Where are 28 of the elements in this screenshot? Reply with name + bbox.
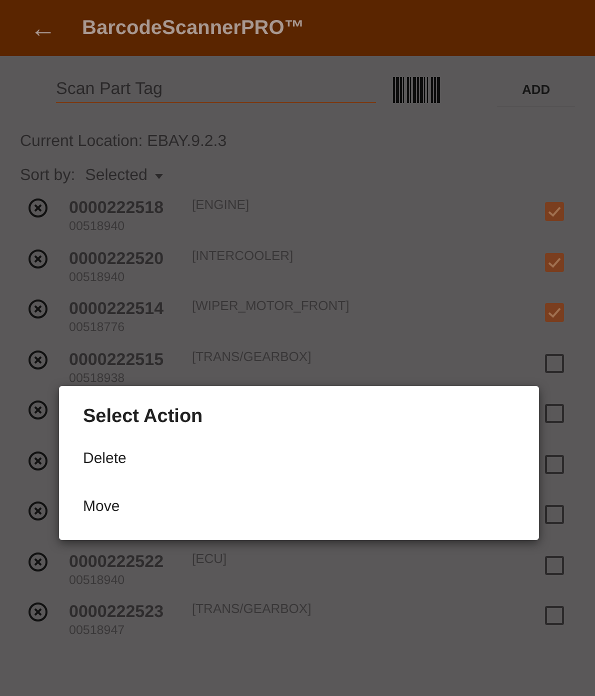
checkbox[interactable] <box>545 454 564 474</box>
remove-icon[interactable] <box>28 299 48 319</box>
checkbox[interactable] <box>545 505 564 524</box>
checkbox[interactable] <box>545 606 564 625</box>
dialog-title: Select Action <box>83 406 204 428</box>
remove-icon[interactable] <box>28 198 48 218</box>
checkbox[interactable] <box>545 202 564 221</box>
remove-icon[interactable] <box>28 602 48 622</box>
checkbox[interactable] <box>545 354 564 372</box>
remove-icon[interactable] <box>28 552 48 572</box>
checkbox[interactable] <box>545 252 564 272</box>
remove-icon[interactable] <box>28 501 48 521</box>
app-title: BarcodeScannerPRO™ <box>82 16 304 40</box>
back-button[interactable]: ← <box>30 12 82 44</box>
add-button[interactable]: ADD <box>497 73 575 107</box>
dialog-option[interactable]: Move <box>83 498 539 546</box>
check-icon <box>548 307 561 318</box>
remove-icon[interactable] <box>28 400 48 420</box>
checkbox[interactable] <box>545 303 564 322</box>
check-icon <box>548 206 561 217</box>
remove-icon[interactable] <box>28 450 48 470</box>
dialog-option[interactable]: Delete <box>83 450 539 498</box>
remove-icon[interactable] <box>28 350 48 370</box>
checkbox[interactable] <box>545 556 564 574</box>
remove-icon[interactable] <box>28 248 48 268</box>
check-icon <box>548 256 561 268</box>
checkbox[interactable] <box>545 404 564 423</box>
caret-icon <box>155 174 164 178</box>
